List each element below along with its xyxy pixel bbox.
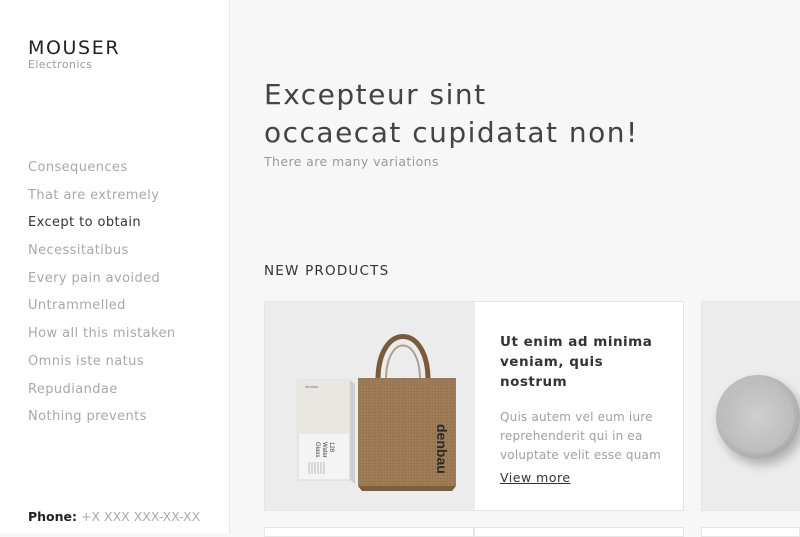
nav-item-omnis-iste-natus[interactable]: Omnis iste natus [28,352,175,380]
product-description: Quis autem vel eum iure reprehenderit qu… [500,410,661,462]
box-label-line-2: Water [321,442,327,458]
product-card-next[interactable] [701,301,800,511]
phone-label: Phone: [28,509,78,524]
box-label-line-3: Glass [314,442,320,457]
product-card-body: Ut enim ad minima veniam, quis nostrum Q… [500,332,670,465]
hero: Excepteur sint occaecat cupidatat non! T… [264,76,684,169]
nav-item-consequences[interactable]: Consequences [28,158,175,186]
product-image-tin [716,375,800,459]
box-label-line-1: 128 [328,442,334,453]
hero-subtitle: There are many variations [264,154,439,169]
tin-lid [722,381,794,453]
phone-number[interactable]: +X XXX XXX-XX-XX [81,509,200,524]
nav-item-nothing-prevents[interactable]: Nothing prevents [28,407,175,435]
nav-item-that-are-extremely[interactable]: That are extremely [28,186,175,214]
nav-item-how-all-this-mistaken[interactable]: How all this mistaken [28,324,175,352]
contact-phone: Phone: +X XXX XXX-XX-XX [28,509,200,524]
product-image[interactable]: 128 Water Glass denbau denbau [265,302,475,510]
product-card[interactable]: 128 Water Glass denbau denbau Ut enim ad… [264,301,684,511]
nav-item-untrammelled[interactable]: Untrammelled [28,296,175,324]
box-brand: denbau [305,384,318,389]
product-card-row2-peek[interactable] [701,527,800,537]
hero-title: Excepteur sint occaecat cupidatat non! [264,76,684,152]
bag-brand: denbau [434,424,450,474]
box-graphic: 128 Water Glass denbau [297,379,355,484]
product-card-row2-left[interactable] [264,527,474,537]
bag-graphic: denbau [358,334,456,491]
section-title-new-products: NEW PRODUCTS [264,263,390,279]
nav-item-except-to-obtain[interactable]: Except to obtain [28,213,175,241]
view-more-link[interactable]: View more [500,470,571,485]
hero-title-line-2: occaecat cupidatat non! [264,116,639,149]
product-title[interactable]: Ut enim ad minima veniam, quis nostrum [500,332,670,392]
hero-title-line-1: Excepteur sint [264,78,487,111]
brand-name: MOUSER [28,37,121,59]
nav-item-every-pain-avoided[interactable]: Every pain avoided [28,269,175,297]
product-card-row2-right[interactable] [474,527,684,537]
brand-logo[interactable]: MOUSER Electronics [28,38,120,71]
nav-item-necessitatibus[interactable]: Necessitatibus [28,241,175,269]
sidebar: MOUSER Electronics Consequences That are… [0,0,230,533]
sidebar-nav: Consequences That are extremely Except t… [28,158,175,435]
brand-subtitle: Electronics [28,58,93,71]
product-illustration: 128 Water Glass denbau denbau [297,334,456,491]
nav-item-repudiandae[interactable]: Repudiandae [28,380,175,408]
